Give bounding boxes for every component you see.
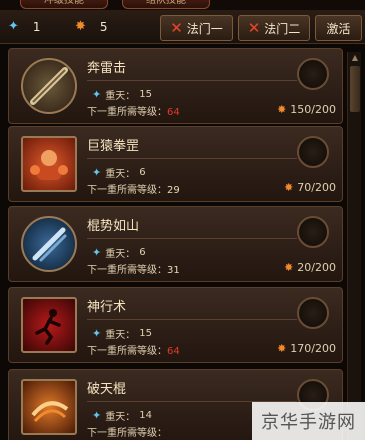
staff-icon [21, 58, 77, 114]
blue-star-icon: ✦ [92, 88, 102, 101]
orange-flame-icon: ✸ [75, 19, 86, 34]
cost-value: 150/200 [290, 103, 336, 116]
skill-cost: ✸ 20/200 [284, 261, 336, 274]
skill-list: 奔雷击 ✦ 重天： 15 下一重所需等级：64 ✸ 150/200 巨猿拳罡 ✦ … [8, 44, 343, 440]
skill-level: ✦ 重天： 6 [92, 245, 146, 260]
blue-resource: ✦ 1 [8, 19, 41, 34]
skill-tabs: 冲级技能 组队技能 [0, 0, 365, 10]
skill-level: ✦ 重天： 6 [92, 165, 146, 180]
skill-card[interactable]: 神行术 ✦ 重天： 15 下一重所需等级：64 ✸ 170/200 [8, 287, 343, 363]
upgrade-button[interactable] [297, 136, 329, 168]
scroll-thumb[interactable] [350, 66, 360, 112]
next-level-requirement: 下一重所需等级：64 [87, 103, 180, 118]
blue-resource-count: 1 [32, 19, 41, 34]
orange-resource-count: 5 [99, 19, 108, 34]
skill-card[interactable]: 奔雷击 ✦ 重天： 15 下一重所需等级：64 ✸ 150/200 [8, 48, 343, 124]
upgrade-button[interactable] [297, 216, 329, 248]
level-label: 重天： [105, 91, 136, 102]
skill-card[interactable]: 巨猿拳罡 ✦ 重天： 6 下一重所需等级：29 ✸ 70/200 [8, 126, 343, 202]
tab-level-skills[interactable]: 冲级技能 [20, 0, 108, 9]
faction-two-button[interactable]: ✕ 法门二 [238, 15, 310, 41]
orange-resource: ✸ 5 [75, 19, 108, 34]
divider [87, 158, 297, 159]
blue-star-icon: ✦ [92, 246, 102, 259]
orange-flame-icon: ✸ [284, 261, 294, 274]
faction-one-label: 法门一 [186, 21, 223, 36]
skill-name: 棍势如山 [87, 219, 140, 234]
level-value: 15 [139, 89, 152, 100]
blue-star-icon: ✦ [92, 409, 102, 422]
next-label: 下一重所需等级： [87, 107, 167, 118]
runner-icon [21, 297, 77, 353]
level-value: 6 [139, 247, 146, 258]
divider [87, 80, 297, 81]
top-bar: ✦ 1 ✸ 5 ✕ 法门一 ✕ 法门二 激活 [0, 10, 365, 44]
next-level-requirement: 下一重所需等级：29 [87, 181, 180, 196]
scrollbar[interactable]: ▲ [347, 52, 361, 440]
mountain-staff-icon [21, 216, 77, 272]
skill-card[interactable]: 棍势如山 ✦ 重天： 6 下一重所需等级：31 ✸ 20/200 [8, 206, 343, 282]
sky-staff-icon [21, 379, 77, 435]
skill-cost: ✸ 170/200 [277, 342, 336, 355]
level-value: 15 [139, 328, 152, 339]
skill-name: 巨猿拳罡 [87, 139, 140, 154]
skill-level: ✦ 重天： 15 [92, 326, 152, 341]
skill-name: 神行术 [87, 300, 127, 315]
next-label: 下一重所需等级： [87, 428, 167, 439]
required-level: 64 [167, 346, 180, 357]
divider [87, 238, 297, 239]
faction-one-button[interactable]: ✕ 法门一 [160, 15, 233, 41]
crossed-swords-icon: ✕ [170, 19, 183, 37]
next-label: 下一重所需等级： [87, 265, 167, 276]
orange-flame-icon: ✸ [277, 342, 287, 355]
blue-star-icon: ✦ [92, 166, 102, 179]
cost-value: 20/200 [297, 261, 336, 274]
skill-cost: ✸ 70/200 [284, 181, 336, 194]
level-value: 6 [139, 167, 146, 178]
skill-level: ✦ 重天： 14 [92, 408, 152, 423]
tab-team-skills[interactable]: 组队技能 [122, 0, 210, 9]
required-level: 31 [167, 265, 180, 276]
required-level: 64 [167, 107, 180, 118]
blue-star-icon: ✦ [8, 19, 19, 34]
orange-flame-icon: ✸ [284, 181, 294, 194]
next-label: 下一重所需等级： [87, 185, 167, 196]
level-label: 重天： [105, 412, 136, 423]
next-label: 下一重所需等级： [87, 346, 167, 357]
next-level-requirement: 下一重所需等级：31 [87, 261, 180, 276]
ape-fist-icon [21, 136, 77, 192]
upgrade-button[interactable] [297, 58, 329, 90]
upgrade-button[interactable] [297, 297, 329, 329]
scroll-up-arrow-icon[interactable]: ▲ [349, 52, 361, 64]
crossed-swords-icon: ✕ [247, 19, 261, 37]
cost-value: 70/200 [297, 181, 336, 194]
skill-name: 破天棍 [87, 382, 127, 397]
skill-level: ✦ 重天： 15 [92, 87, 152, 102]
watermark: 京华手游网 [252, 402, 365, 440]
required-level: 29 [167, 185, 180, 196]
level-label: 重天： [105, 249, 136, 260]
faction-two-label: 法门二 [264, 21, 301, 36]
divider [87, 319, 297, 320]
skill-name: 奔雷击 [87, 61, 127, 76]
level-value: 14 [139, 410, 152, 421]
level-label: 重天： [105, 330, 136, 341]
activate-button[interactable]: 激活 [315, 15, 362, 41]
blue-star-icon: ✦ [92, 327, 102, 340]
next-level-requirement: 下一重所需等级：64 [87, 342, 180, 357]
next-level-requirement: 下一重所需等级： [87, 424, 167, 439]
skill-cost: ✸ 150/200 [277, 103, 336, 116]
level-label: 重天： [105, 169, 136, 180]
cost-value: 170/200 [290, 342, 336, 355]
orange-flame-icon: ✸ [277, 103, 287, 116]
